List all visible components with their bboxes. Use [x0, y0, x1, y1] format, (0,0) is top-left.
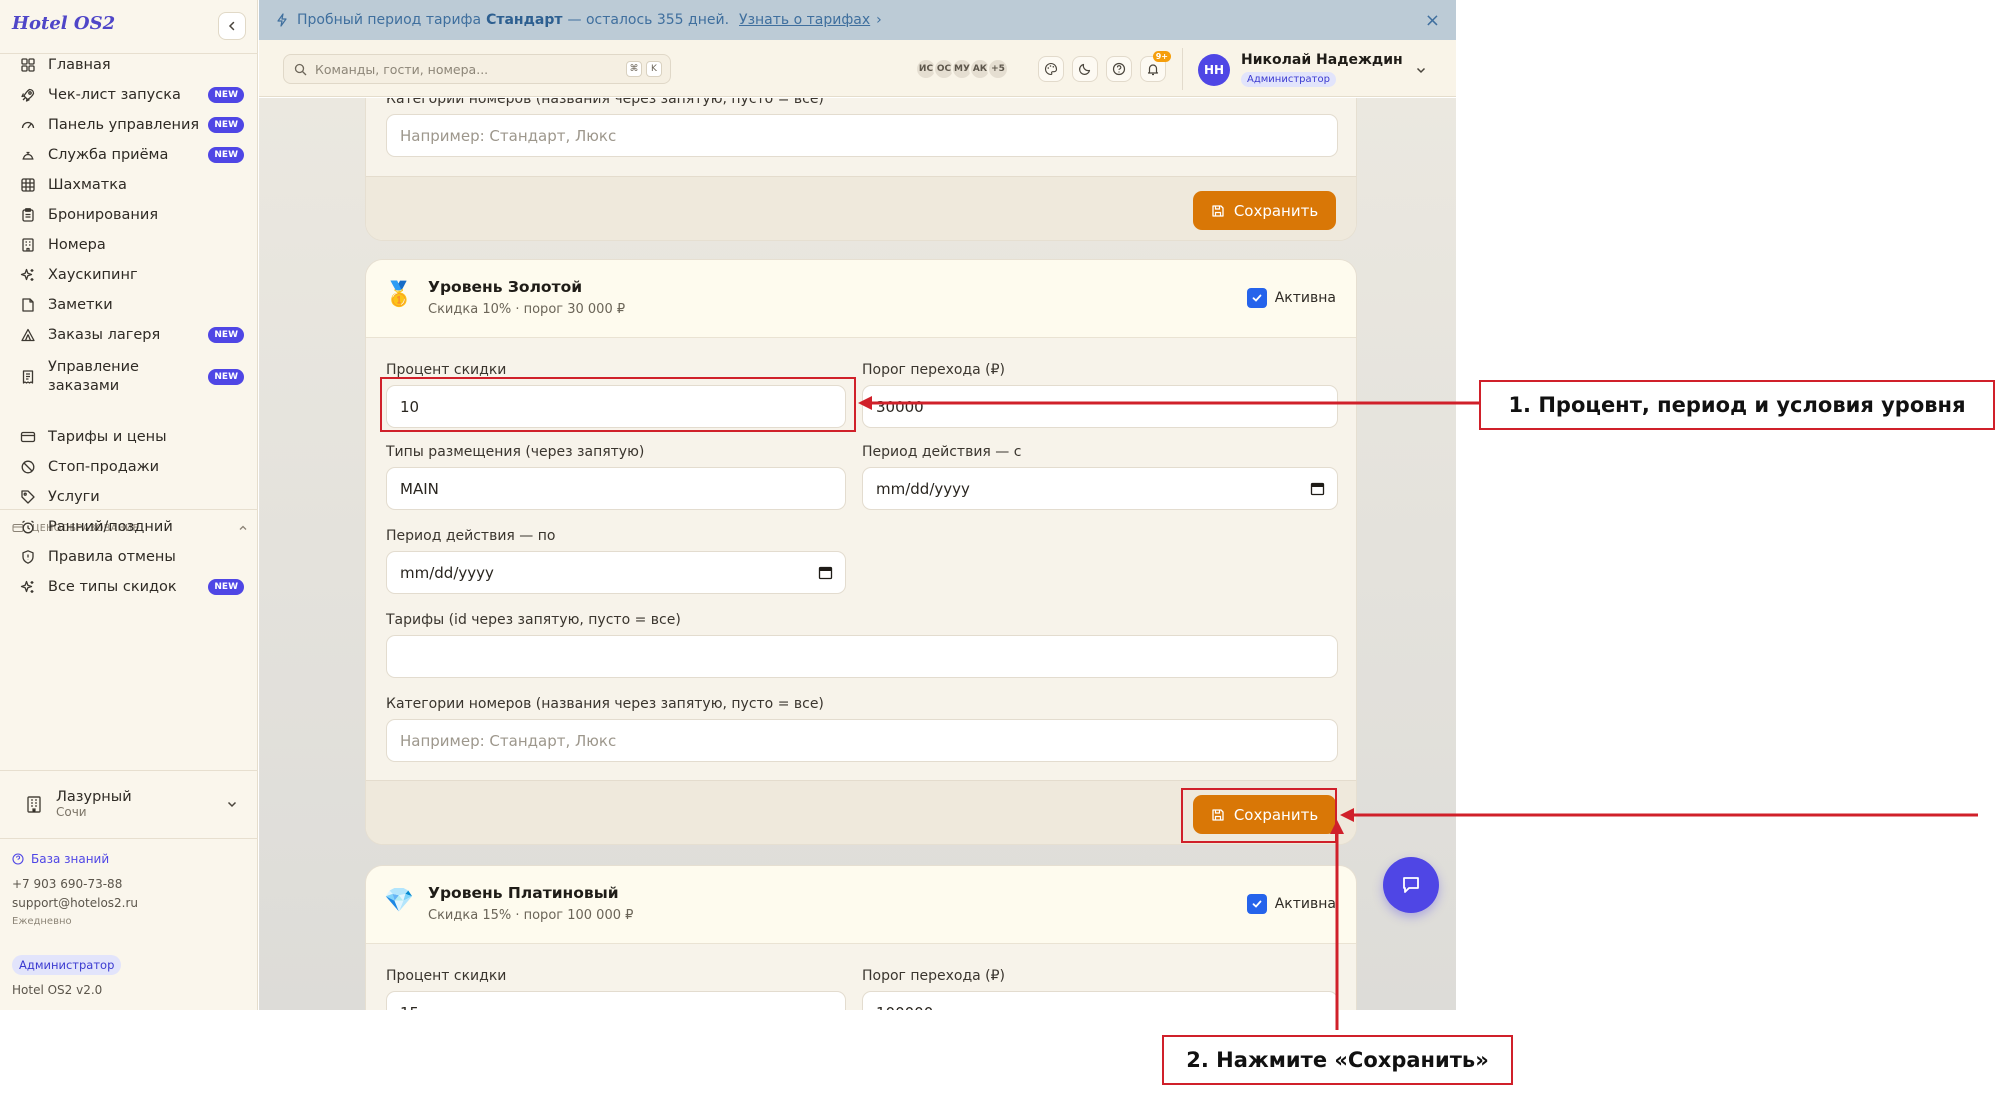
annotation-arrowhead-2 [1340, 808, 1354, 822]
annotation-arrows [858, 396, 1978, 1030]
annotation-label-step1: 1. Процент, период и условия уровня [1479, 380, 1995, 430]
highlight-save-button [1181, 788, 1337, 843]
annotation-arrowhead-1 [858, 396, 872, 410]
annotation-label-step2: 2. Нажмите «Сохранить» [1162, 1035, 1513, 1085]
highlight-discount-field [380, 377, 856, 432]
